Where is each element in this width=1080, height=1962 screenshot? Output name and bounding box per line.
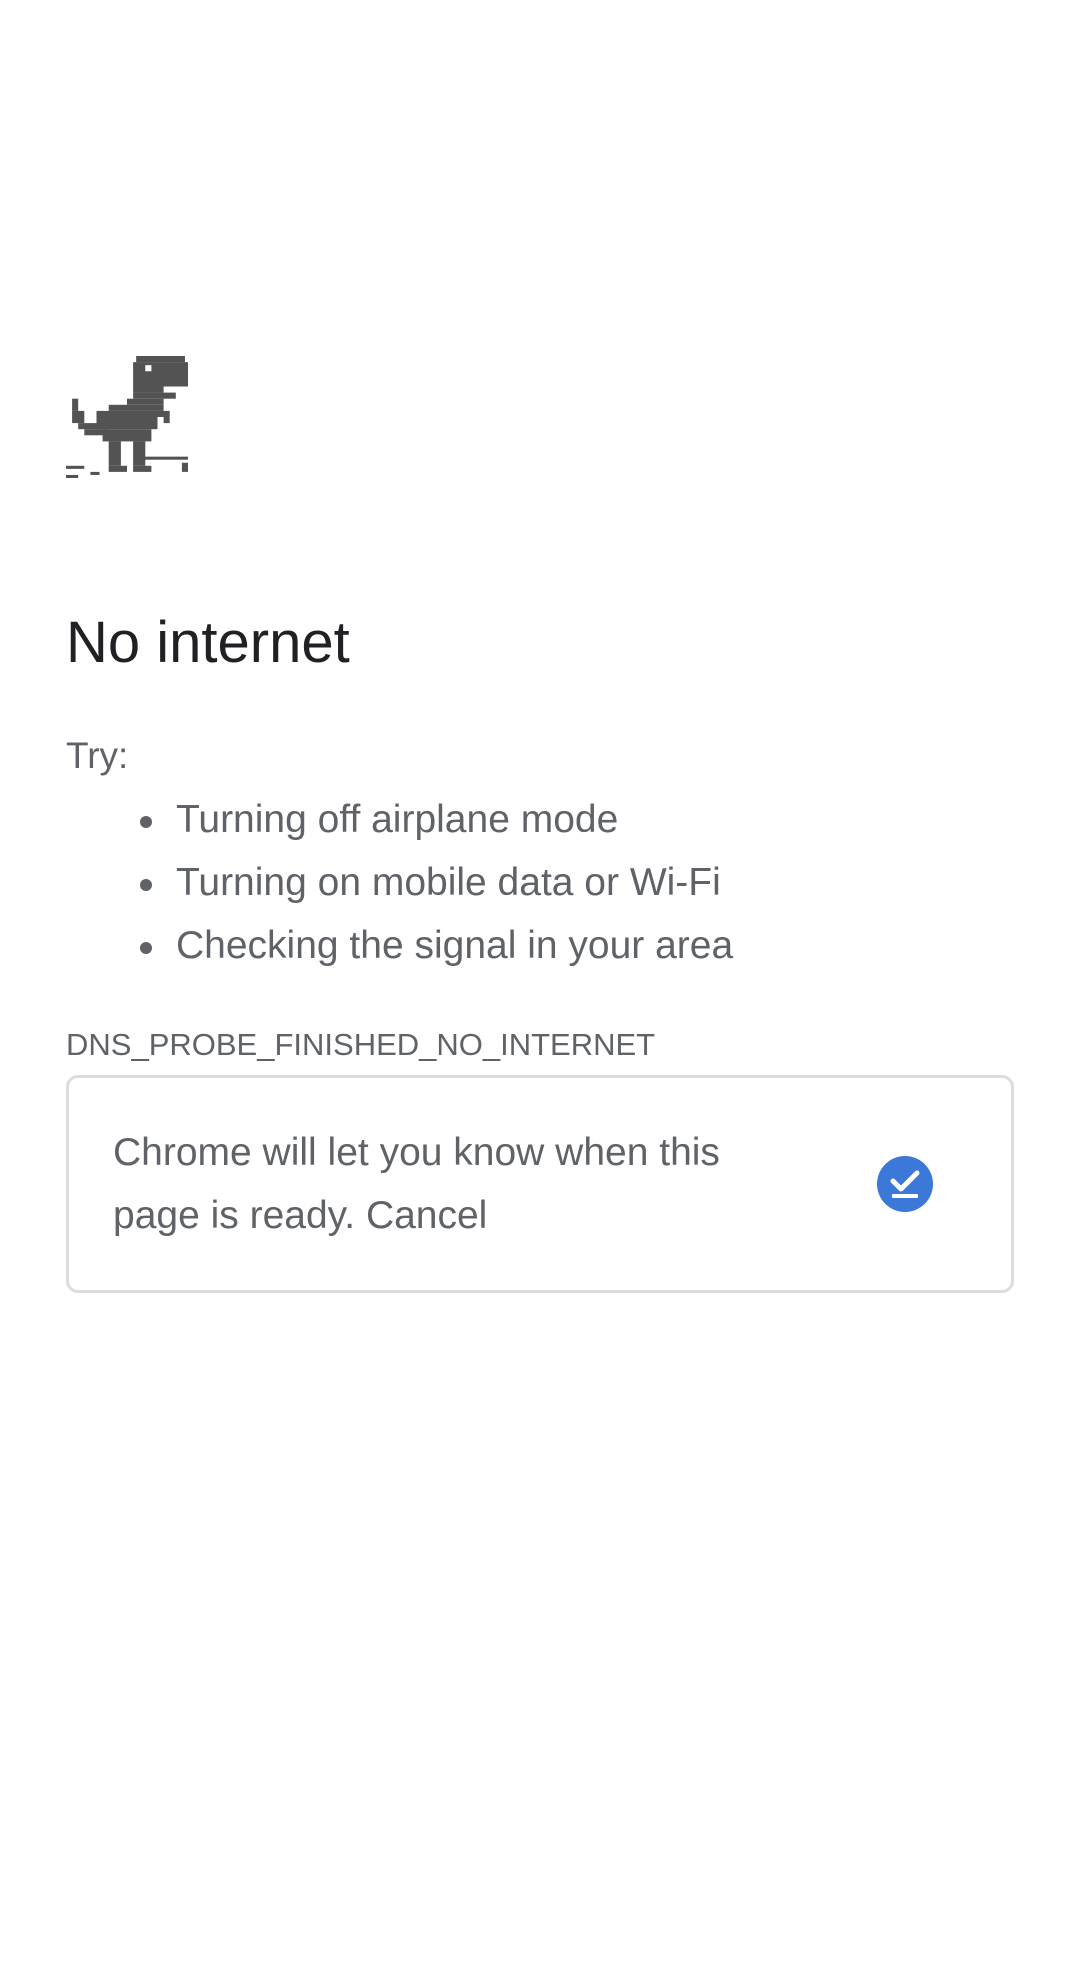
offline-notification-card: Chrome will let you know when this page … — [66, 1074, 1014, 1293]
error-code: DNS_PROBE_FINISHED_NO_INTERNET — [66, 1026, 656, 1062]
offline-card-text: Chrome will let you know when this page … — [113, 1121, 813, 1247]
suggestions-list: Turning off airplane mode Turning on mob… — [66, 788, 1014, 977]
suggestion-item: Checking the signal in your area — [140, 914, 1014, 977]
page-title: No internet — [66, 610, 350, 675]
dino-icon[interactable] — [66, 356, 188, 478]
suggestion-item: Turning off airplane mode — [140, 788, 1014, 851]
suggestion-item: Turning on mobile data or Wi-Fi — [140, 851, 1014, 914]
cancel-link[interactable]: Cancel — [366, 1194, 487, 1237]
suggestions-label: Try: — [66, 734, 129, 776]
error-page-content: No internet Try: Turning off airplane mo… — [66, 356, 1014, 1293]
download-check-icon — [877, 1155, 933, 1212]
